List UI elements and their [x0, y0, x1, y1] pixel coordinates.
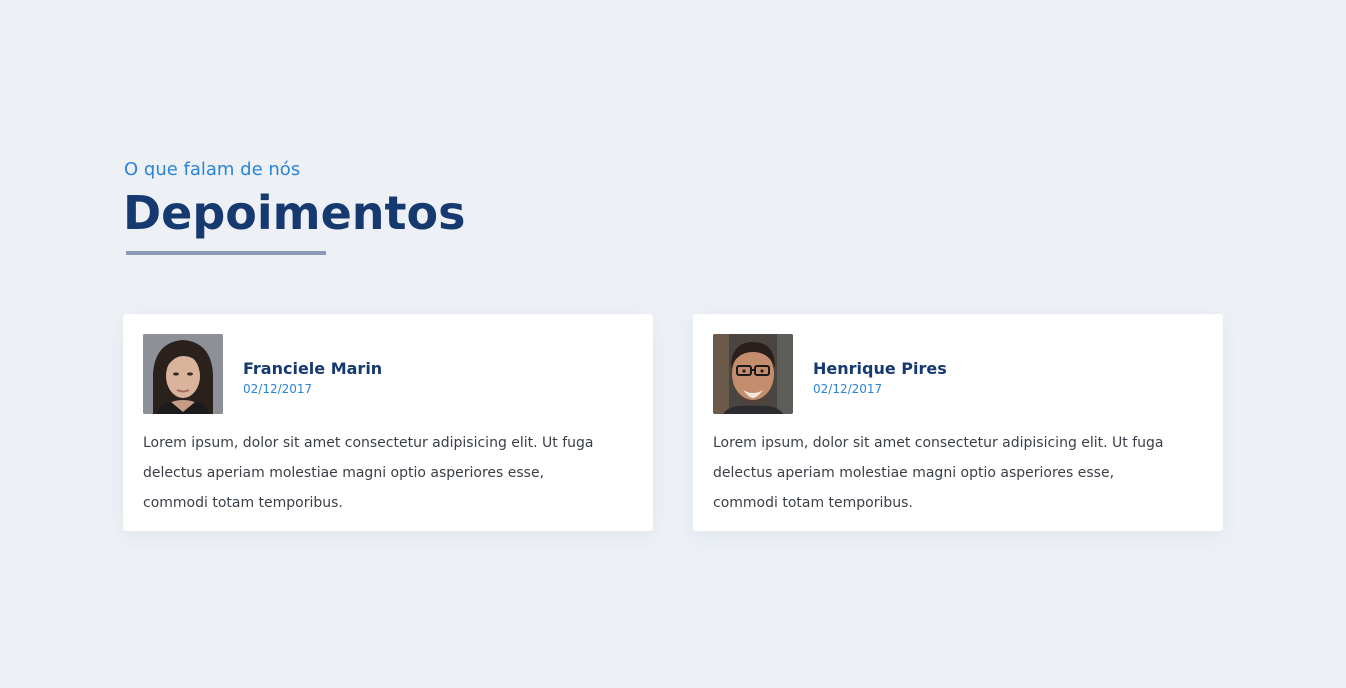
testimonial-text: Lorem ipsum, dolor sit amet consectetur …	[713, 428, 1164, 518]
testimonial-date: 02/12/2017	[243, 382, 313, 396]
testimonial-text-line: commodi totam temporibus.	[713, 495, 913, 511]
avatar	[143, 334, 223, 414]
man-portrait-icon	[713, 334, 793, 414]
title-underline	[126, 251, 326, 255]
testimonial-text-line: Lorem ipsum, dolor sit amet consectetur …	[143, 435, 594, 451]
testimonial-text: Lorem ipsum, dolor sit amet consectetur …	[143, 428, 594, 518]
testimonial-card: Henrique Pires 02/12/2017 Lorem ipsum, d…	[693, 314, 1223, 531]
section-kicker: O que falam de nós	[124, 159, 301, 180]
author-name: Henrique Pires	[813, 359, 947, 378]
author-name: Franciele Marin	[243, 359, 383, 378]
section-title: Depoimentos	[123, 186, 466, 240]
testimonial-text-line: commodi totam temporibus.	[143, 495, 343, 511]
testimonial-text-line: Lorem ipsum, dolor sit amet consectetur …	[713, 435, 1164, 451]
testimonial-text-line: delectus aperiam molestiae magni optio a…	[713, 465, 1115, 481]
woman-portrait-icon	[143, 334, 223, 414]
testimonial-date: 02/12/2017	[813, 382, 883, 396]
testimonial-text-line: delectus aperiam molestiae magni optio a…	[143, 465, 545, 481]
testimonials-section: O que falam de nós Depoimentos Franciele…	[0, 0, 1346, 688]
avatar	[713, 334, 793, 414]
testimonial-card: Franciele Marin 02/12/2017 Lorem ipsum, …	[123, 314, 653, 531]
